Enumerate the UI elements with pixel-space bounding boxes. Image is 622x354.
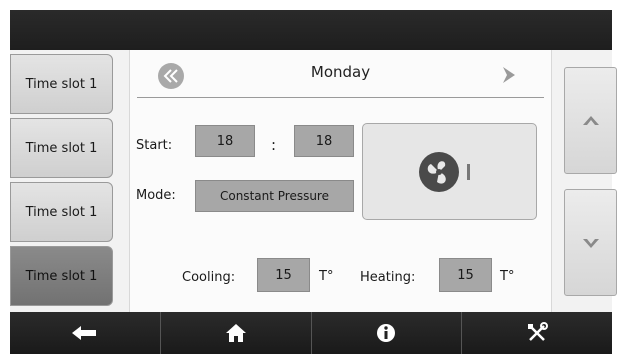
slot-detail-panel: Monday Start: 18 : 18 Mode: Constant Pre… [129,50,552,312]
time-slot-3[interactable]: Time slot 1 [10,182,113,242]
day-title: Monday [310,63,371,81]
chevron-right-icon [503,67,515,83]
heating-unit: T° [500,269,515,284]
next-day-button[interactable] [498,64,520,86]
scroll-down-button[interactable] [564,189,617,296]
heating-label: Heating: [360,270,416,285]
time-slot-2[interactable]: Time slot 1 [10,118,113,178]
chevron-up-icon [582,115,599,125]
mode-label: Mode: [136,188,176,203]
top-bar [10,10,612,50]
header-divider [137,97,544,98]
info-icon [377,324,396,342]
time-slot-label: Time slot 1 [25,268,98,284]
heating-field[interactable]: 15 [439,258,492,292]
start-hour-field[interactable]: 18 [195,125,255,157]
time-separator: : [271,136,277,154]
fan-icon [418,151,470,192]
time-slot-label: Time slot 1 [25,76,98,92]
bottom-nav-bar [10,312,612,354]
start-minute-field[interactable]: 18 [294,125,354,157]
back-arrow-icon [71,326,96,340]
back-button[interactable] [10,312,161,354]
time-slot-1[interactable]: Time slot 1 [10,54,113,114]
tools-button[interactable] [462,312,612,354]
time-slot-label: Time slot 1 [25,204,98,220]
chevron-down-icon [582,238,599,248]
cooling-unit: T° [319,269,334,284]
tools-icon [528,322,549,341]
time-slot-label: Time slot 1 [25,140,98,156]
cooling-label: Cooling: [182,270,236,285]
home-icon [225,324,246,342]
schedule-screen: Time slot 1 Time slot 1 Time slot 1 Time… [10,50,617,312]
time-slot-4-selected[interactable]: Time slot 1 [10,246,113,306]
fan-toggle-button[interactable] [362,123,537,220]
scroll-up-button[interactable] [564,67,617,174]
cooling-field[interactable]: 15 [257,258,310,292]
info-button[interactable] [312,312,463,354]
start-label: Start: [136,138,173,153]
mode-field[interactable]: Constant Pressure [195,180,354,212]
home-button[interactable] [161,312,312,354]
